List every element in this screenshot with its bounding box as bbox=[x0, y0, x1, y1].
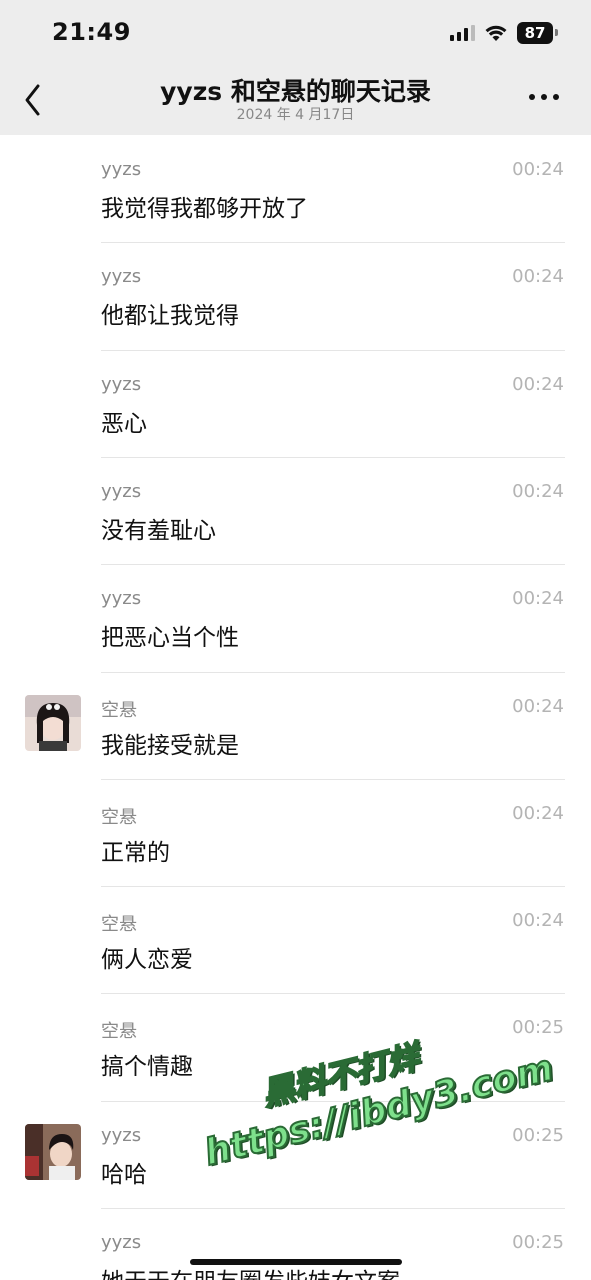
home-indicator bbox=[190, 1259, 402, 1265]
message-time: 00:24 bbox=[512, 802, 564, 824]
status-time: 21:49 bbox=[52, 18, 131, 46]
message-time: 00:25 bbox=[512, 1017, 564, 1039]
divider bbox=[101, 456, 565, 458]
message-text: 没有羞耻心 bbox=[101, 517, 216, 544]
message-time: 00:24 bbox=[512, 373, 564, 395]
battery-icon: 87 bbox=[517, 22, 558, 44]
message-item[interactable]: yyzs00:25她天天在朋友圈发些妓女文案 bbox=[0, 1208, 591, 1280]
divider bbox=[101, 778, 565, 780]
message-time: 00:24 bbox=[512, 266, 564, 288]
back-chevron-icon bbox=[25, 84, 40, 116]
chat-history-screen: 21:49 87 yyzs 和空悬的聊天记录 2024 年 4 月17日 yyz… bbox=[0, 0, 591, 1280]
divider bbox=[101, 1208, 565, 1209]
message-sender: yyzs bbox=[101, 1124, 142, 1146]
message-item[interactable]: 空悬 00:24 俩人恋爱 bbox=[0, 886, 591, 993]
message-text: 我觉得我都够开放了 bbox=[101, 196, 308, 222]
message-item[interactable]: yyzs 00:24 恶心 bbox=[0, 349, 591, 457]
message-time: 00:24 bbox=[512, 910, 564, 932]
page-subtitle-date: 2024 年 4 月17日 bbox=[236, 107, 355, 123]
message-list[interactable]: yyzs 00:24 我觉得我都够开放了 yyzs 00:24 他都让我觉得 yyzs 00:… bbox=[0, 135, 591, 1280]
divider bbox=[101, 564, 565, 566]
page-title: yyzs 和空悬的聊天记录 bbox=[160, 77, 431, 106]
message-item[interactable]: 空悬 00:24 正常的 bbox=[0, 778, 591, 886]
message-item[interactable]: yyzs 00:24 他都让我觉得 bbox=[0, 242, 591, 349]
message-time: 00:24 bbox=[512, 588, 564, 610]
more-dots-icon bbox=[529, 94, 535, 100]
divider bbox=[101, 1100, 565, 1102]
message-sender: yyzs bbox=[101, 588, 142, 610]
divider bbox=[101, 242, 565, 244]
divider bbox=[101, 993, 565, 995]
message-text: 他都让我觉得 bbox=[101, 303, 239, 330]
message-text: 正常的 bbox=[101, 839, 170, 866]
status-icons: 87 bbox=[450, 22, 558, 44]
message-text: 俩人恋爱 bbox=[101, 947, 193, 974]
message-sender: yyzs bbox=[101, 159, 142, 180]
message-sender: 空悬 bbox=[101, 699, 137, 721]
message-text: 搞个情趣 bbox=[101, 1054, 193, 1081]
message-sender: yyzs bbox=[101, 480, 142, 502]
more-button[interactable] bbox=[525, 90, 563, 104]
message-item[interactable]: yyzs 00:24 把恶心当个性 bbox=[0, 564, 591, 671]
message-sender: 空悬 bbox=[101, 806, 137, 828]
message-item[interactable]: 空悬 00:25 搞个情趣 bbox=[0, 993, 591, 1100]
message-sender: 空悬 bbox=[101, 914, 137, 936]
message-item[interactable]: yyzs 00:24 没有羞耻心 bbox=[0, 456, 591, 564]
message-item[interactable]: 空悬 00:24 我能接受就是 bbox=[0, 671, 591, 779]
wifi-icon bbox=[485, 25, 507, 41]
message-time: 00:24 bbox=[512, 159, 564, 180]
signal-icon bbox=[450, 25, 475, 41]
message-time: 00:24 bbox=[512, 695, 564, 717]
message-sender: 空悬 bbox=[101, 1021, 137, 1043]
message-text: 把恶心当个性 bbox=[101, 625, 239, 652]
message-time: 00:25 bbox=[512, 1232, 564, 1253]
message-sender: yyzs bbox=[101, 266, 142, 288]
message-text: 恶心 bbox=[101, 410, 147, 437]
message-sender: yyzs bbox=[101, 373, 142, 395]
avatar[interactable] bbox=[25, 694, 81, 751]
message-text: 我能接受就是 bbox=[101, 732, 239, 759]
divider bbox=[101, 886, 565, 888]
divider bbox=[101, 671, 565, 673]
message-time: 00:24 bbox=[512, 480, 564, 502]
message-text: 哈哈 bbox=[101, 1161, 147, 1188]
message-time: 00:25 bbox=[512, 1124, 564, 1146]
divider bbox=[101, 349, 565, 351]
message-item[interactable]: yyzs 00:25 哈哈 bbox=[0, 1100, 591, 1208]
message-sender: yyzs bbox=[101, 1232, 142, 1253]
back-button[interactable] bbox=[18, 80, 50, 120]
header: 21:49 87 yyzs 和空悬的聊天记录 2024 年 4 月17日 bbox=[0, 0, 591, 135]
avatar[interactable] bbox=[25, 1123, 81, 1180]
message-item[interactable]: yyzs 00:24 我觉得我都够开放了 bbox=[0, 135, 591, 242]
